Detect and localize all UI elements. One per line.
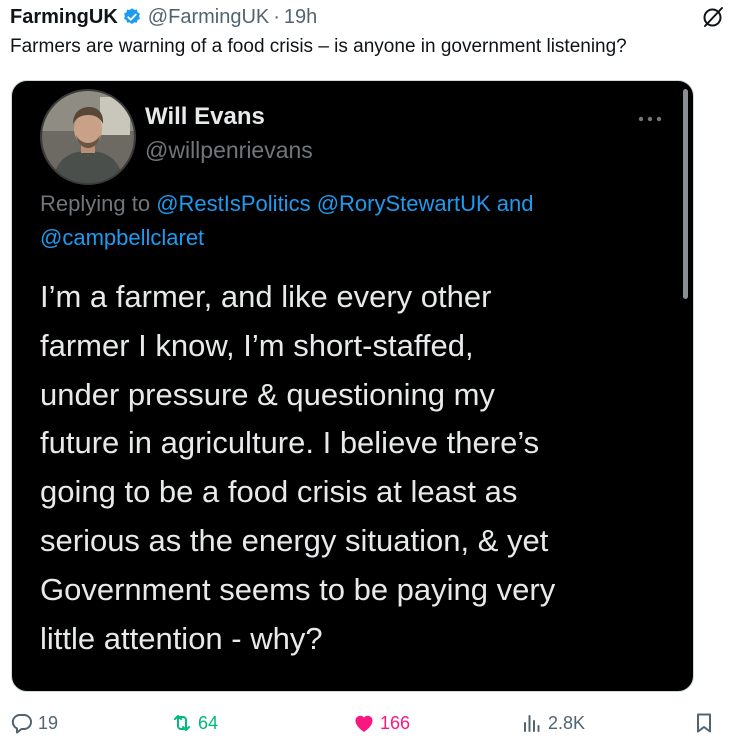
embedded-text-line: serious as the energy situation, & yet	[40, 522, 549, 558]
reply-button[interactable]: 19	[10, 708, 58, 738]
reply-count: 19	[38, 712, 59, 733]
views-button[interactable]: 2.8K	[520, 708, 585, 738]
embedded-author-name: Will Evans	[145, 103, 265, 130]
action-bar: 19 64 166 2.8K	[0, 708, 735, 738]
grok-icon[interactable]	[701, 5, 725, 29]
verified-badge-icon	[123, 8, 140, 25]
retweet-icon	[174, 715, 190, 731]
retweet-count: 64	[198, 712, 219, 733]
embedded-text-line: little attention - why?	[40, 620, 323, 656]
replying-to: Replying to @RestIsPolitics @RoryStewart…	[40, 187, 660, 255]
embedded-text-line: farmer I know, I’m short-staffed,	[40, 327, 474, 363]
like-button[interactable]: 166	[352, 708, 410, 738]
heart-icon	[355, 715, 373, 732]
avatar-photo	[42, 91, 134, 183]
retweet-button[interactable]: 64	[170, 708, 218, 738]
views-icon	[524, 715, 540, 732]
embedded-text-line: future in agriculture. I believe there’s	[40, 425, 540, 461]
embedded-tweet-screenshot[interactable]: Will Evans @willpenrievans Replying to @…	[11, 80, 694, 692]
mention-campbellclaret: @campbellclaret	[40, 225, 205, 250]
author-name[interactable]: FarmingUK	[10, 6, 118, 29]
tweet-text: Farmers are warning of a food crisis – i…	[10, 36, 627, 57]
mention-rorystewartuk: @RoryStewartUK	[316, 191, 491, 216]
avatar	[40, 89, 136, 185]
like-count: 166	[380, 712, 411, 733]
separator-dot: ·	[273, 5, 280, 28]
scrollbar	[683, 89, 688, 299]
mention-restispolitics: @RestIsPolitics	[156, 191, 311, 216]
mention-and: and	[496, 191, 534, 216]
embedded-author-handle: @willpenrievans	[145, 137, 313, 163]
bookmark-icon	[697, 713, 711, 733]
bookmark-button[interactable]	[692, 708, 720, 738]
embedded-text-line: I’m a farmer, and like every other	[40, 279, 492, 314]
views-count: 2.8K	[548, 712, 586, 733]
author-handle[interactable]: @FarmingUK	[148, 6, 269, 29]
reply-icon	[11, 713, 32, 734]
timestamp[interactable]: 19h	[284, 6, 317, 29]
more-icon	[638, 116, 662, 122]
embedded-text-line: Government seems to be paying very	[40, 571, 556, 607]
embedded-text-line: going to be a food crisis at least as	[40, 474, 518, 510]
tweet-header: FarmingUK @FarmingUK · 19h	[10, 2, 725, 32]
embedded-tweet-text: I’m a farmer, and like every other farme…	[40, 273, 680, 663]
embedded-text-line: under pressure & questioning my	[40, 376, 495, 412]
replying-prefix: Replying to	[40, 191, 151, 216]
